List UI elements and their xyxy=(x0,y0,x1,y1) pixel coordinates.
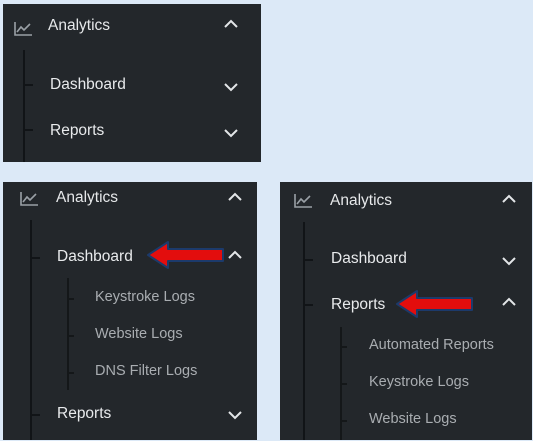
menu-item-dashboard[interactable]: Dashboard xyxy=(331,250,407,268)
analytics-menu-label[interactable]: Analytics xyxy=(330,192,392,210)
chevron-up-icon[interactable] xyxy=(502,297,516,306)
subtree-branch xyxy=(67,372,74,374)
sidebar-panel-collapsed: Analytics Dashboard Reports xyxy=(3,4,261,162)
tree-branch xyxy=(23,129,33,131)
submenu-item-keystroke-logs[interactable]: Keystroke Logs xyxy=(369,374,469,390)
chevron-down-icon[interactable] xyxy=(224,129,238,138)
tree-line xyxy=(23,50,25,162)
subtree-branch xyxy=(340,383,347,385)
line-chart-icon xyxy=(294,194,312,208)
menu-item-reports[interactable]: Reports xyxy=(57,405,111,423)
submenu-item-website-logs[interactable]: Website Logs xyxy=(95,326,183,342)
subtree-branch xyxy=(67,335,74,337)
submenu-item-keystroke-logs[interactable]: Keystroke Logs xyxy=(95,289,195,305)
chevron-up-icon[interactable] xyxy=(228,192,242,201)
subtree-branch xyxy=(67,298,74,300)
submenu-item-dns-filter-logs[interactable]: DNS Filter Logs xyxy=(95,363,197,379)
tree-branch xyxy=(303,304,313,306)
menu-item-dashboard[interactable]: Dashboard xyxy=(50,76,126,94)
chevron-down-icon[interactable] xyxy=(228,411,242,420)
menu-item-reports[interactable]: Reports xyxy=(50,122,104,140)
tree-branch xyxy=(30,257,40,259)
analytics-menu-label[interactable]: Analytics xyxy=(48,17,110,35)
tree-line xyxy=(30,220,32,440)
chevron-up-icon[interactable] xyxy=(502,194,516,203)
menu-item-dashboard[interactable]: Dashboard xyxy=(57,248,133,266)
chevron-down-icon[interactable] xyxy=(502,257,516,266)
sidebar-panel-reports-expanded: Analytics Dashboard Reports Automated Re… xyxy=(280,182,532,440)
line-chart-icon xyxy=(14,22,32,36)
tree-branch xyxy=(23,84,33,86)
line-chart-icon xyxy=(20,192,38,206)
chevron-up-icon[interactable] xyxy=(228,250,242,259)
subtree-branch xyxy=(340,346,347,348)
chevron-up-icon[interactable] xyxy=(224,19,238,28)
red-arrow-annotation xyxy=(396,290,473,318)
sidebar-panel-dashboard-expanded: Analytics Dashboard Keystroke Logs Websi… xyxy=(3,182,257,440)
tree-branch xyxy=(303,259,313,261)
subtree-branch xyxy=(340,420,347,422)
analytics-menu-label[interactable]: Analytics xyxy=(56,189,118,207)
tree-branch xyxy=(30,414,40,416)
tree-line xyxy=(303,222,305,440)
red-arrow-annotation xyxy=(147,241,224,269)
submenu-item-website-logs[interactable]: Website Logs xyxy=(369,411,457,427)
menu-item-reports[interactable]: Reports xyxy=(331,296,385,314)
submenu-item-automated-reports[interactable]: Automated Reports xyxy=(369,337,494,353)
chevron-down-icon[interactable] xyxy=(224,83,238,92)
